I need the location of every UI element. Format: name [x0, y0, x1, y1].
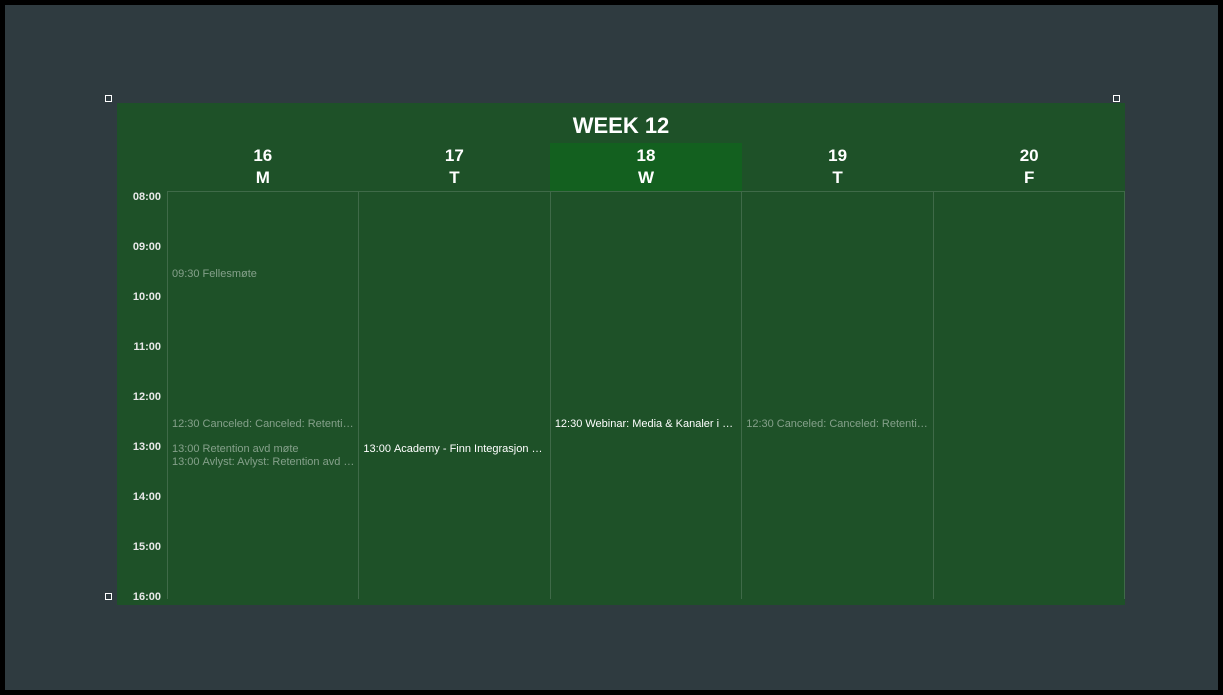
event-time: 12:30 — [172, 418, 200, 430]
hour-label: 10:00 — [133, 291, 161, 303]
day-column[interactable]: 13:00Academy - Finn Integrasjon video — [358, 191, 549, 599]
calendar-event[interactable]: 12:30Canceled: Canceled: Retention avdel… — [746, 418, 930, 431]
hour-label: 12:00 — [133, 391, 161, 403]
calendar-event[interactable]: 13:00Academy - Finn Integrasjon video — [363, 443, 547, 456]
hour-label: 16:00 — [133, 591, 161, 603]
event-time: 13:00 — [363, 443, 391, 455]
event-title: Academy - Finn Integrasjon video — [394, 443, 548, 455]
day-of-week: T — [742, 167, 934, 189]
time-gutter: 08:00 09:00 10:00 11:00 12:00 13:00 14:00 15:00… — [117, 191, 167, 599]
event-title: Webinar: Media & Kanaler i Databerry — [585, 418, 739, 430]
week-title: WEEK 12 — [117, 103, 1125, 139]
day-header[interactable]: 20F — [933, 143, 1125, 191]
day-header[interactable]: 17T — [359, 143, 551, 191]
day-header[interactable]: 16M — [167, 143, 359, 191]
event-time: 13:00 — [172, 456, 200, 468]
event-title: Canceled: Canceled: Retention avdelingsm… — [777, 418, 931, 430]
hour-label: 13:00 — [133, 441, 161, 453]
day-number: 16 — [167, 145, 359, 167]
day-of-week: W — [550, 167, 742, 189]
day-of-week: T — [359, 167, 551, 189]
day-column[interactable] — [933, 191, 1125, 599]
day-number: 20 — [933, 145, 1125, 167]
resize-handle-top-right[interactable] — [1113, 95, 1120, 102]
resize-handle-bottom-left[interactable] — [105, 593, 112, 600]
calendar-event[interactable]: 09:30Fellesmøte — [172, 268, 356, 281]
event-title: Canceled: Canceled: Retention avdelingsm… — [203, 418, 357, 430]
event-title: Avlyst: Avlyst: Retention avd møte — [203, 456, 357, 468]
resize-handle-top-left[interactable] — [105, 95, 112, 102]
app-background: WEEK 12 16M17T18W19T20F 08:0009:0010:001… — [5, 5, 1218, 690]
event-title: Fellesmøte — [203, 268, 257, 280]
calendar-event[interactable]: 12:30Canceled: Canceled: Retention avdel… — [172, 418, 356, 431]
day-header[interactable]: 19T — [742, 143, 934, 191]
event-time: 12:30 — [746, 418, 774, 430]
day-of-week: M — [167, 167, 359, 189]
time-gutter-header — [117, 143, 167, 191]
event-time: 09:30 — [172, 268, 200, 280]
day-column[interactable]: 12:30Webinar: Media & Kanaler i Databerr… — [550, 191, 741, 599]
hour-label: 15:00 — [133, 541, 161, 553]
event-title: Retention avd møte — [203, 443, 299, 455]
calendar-event[interactable]: 12:30Webinar: Media & Kanaler i Databerr… — [555, 418, 739, 431]
hour-label: 09:00 — [133, 241, 161, 253]
calendar-event[interactable]: 13:00Retention avd møte — [172, 443, 356, 456]
calendar-event[interactable]: 13:00Avlyst: Avlyst: Retention avd møte — [172, 456, 356, 469]
hour-label: 11:00 — [133, 341, 161, 353]
event-time: 13:00 — [172, 443, 200, 455]
hour-label: 08:00 — [133, 191, 161, 203]
day-column[interactable]: 12:30Canceled: Canceled: Retention avdel… — [741, 191, 932, 599]
day-header[interactable]: 18W — [550, 143, 742, 191]
hour-label: 14:00 — [133, 491, 161, 503]
calendar-widget[interactable]: WEEK 12 16M17T18W19T20F 08:0009:0010:001… — [117, 103, 1125, 605]
day-of-week: F — [933, 167, 1125, 189]
day-header-row: 16M17T18W19T20F — [117, 143, 1125, 191]
day-number: 17 — [359, 145, 551, 167]
calendar-grid: 08:00 09:00 10:00 11:00 12:00 13:00 14:00 15:00… — [117, 191, 1125, 599]
day-column[interactable]: 09:30Fellesmøte 12:30Canceled: Canceled: … — [167, 191, 358, 599]
day-number: 19 — [742, 145, 934, 167]
day-number: 18 — [550, 145, 742, 167]
event-time: 12:30 — [555, 418, 583, 430]
